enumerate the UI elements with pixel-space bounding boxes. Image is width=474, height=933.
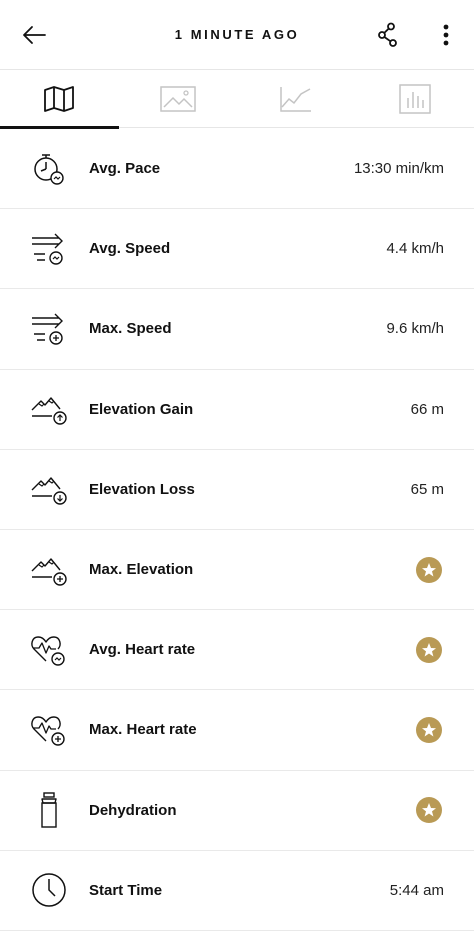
stat-label: Avg. Heart rate xyxy=(89,641,196,659)
premium-badge[interactable] xyxy=(416,797,442,824)
clock-icon xyxy=(26,870,72,910)
arrow-left-icon xyxy=(23,26,46,44)
elevation-max-icon xyxy=(26,550,72,590)
stat-value: 65 m xyxy=(410,480,444,498)
star-icon xyxy=(422,562,436,577)
stat-value: 9.6 km/h xyxy=(386,320,444,338)
heart-rate-max-icon xyxy=(26,710,72,750)
stat-row-max-elevation: Max. Elevation xyxy=(0,530,474,611)
more-options-button[interactable] xyxy=(426,15,466,55)
premium-badge[interactable] xyxy=(416,716,442,743)
speed-avg-icon xyxy=(26,229,72,269)
tab-photos[interactable] xyxy=(119,70,238,128)
stat-label: Dehydration xyxy=(89,801,177,819)
stat-row-avg-heart-rate: Avg. Heart rate xyxy=(0,610,474,691)
stat-row-dehydration: Dehydration xyxy=(0,771,474,851)
stat-value: 66 m xyxy=(410,400,444,418)
image-icon xyxy=(160,86,196,112)
stat-label: Elevation Loss xyxy=(89,480,195,498)
stat-row-avg-pace: Avg. Pace 13:30 min/km xyxy=(0,129,474,210)
elevation-gain-icon xyxy=(26,389,72,429)
stat-row-elevation-loss: Elevation Loss 65 m xyxy=(0,450,474,530)
top-bar: 1 MINUTE AGO xyxy=(0,0,474,70)
tab-map[interactable] xyxy=(0,70,119,129)
stat-value: 4.4 km/h xyxy=(386,240,444,258)
premium-badge[interactable] xyxy=(416,556,442,583)
elevation-loss-icon xyxy=(26,469,72,509)
more-vertical-icon xyxy=(443,24,449,46)
tab-bar xyxy=(0,70,474,129)
stat-row-max-speed: Max. Speed 9.6 km/h xyxy=(0,289,474,370)
star-icon xyxy=(422,803,436,817)
stat-row-avg-speed: Avg. Speed 4.4 km/h xyxy=(0,209,474,290)
page-title: 1 MINUTE AGO xyxy=(174,27,300,42)
line-chart-icon xyxy=(280,87,312,112)
star-icon xyxy=(422,642,436,657)
stat-label: Elevation Gain xyxy=(89,400,194,418)
bar-chart-icon xyxy=(399,84,431,114)
stopwatch-icon xyxy=(26,149,72,189)
stat-label: Start Time xyxy=(89,881,163,899)
share-icon xyxy=(378,22,397,47)
stat-row-elevation-gain: Elevation Gain 66 m xyxy=(0,370,474,450)
stat-label: Max. Elevation xyxy=(89,561,194,579)
stats-list: Avg. Pace 13:30 min/km Avg. Speed 4.4 km… xyxy=(0,129,474,931)
tab-graph[interactable] xyxy=(237,70,356,128)
heart-rate-avg-icon xyxy=(26,630,72,670)
stat-label: Avg. Speed xyxy=(89,240,171,258)
share-button[interactable] xyxy=(368,15,408,55)
stat-value: 13:30 min/km xyxy=(353,160,444,178)
star-icon xyxy=(422,722,436,737)
bottle-icon xyxy=(26,790,72,830)
stat-label: Max. Heart rate xyxy=(89,721,197,739)
back-button[interactable] xyxy=(14,15,54,55)
stat-label: Avg. Pace xyxy=(89,160,161,178)
stat-row-start-time: Start Time 5:44 am xyxy=(0,851,474,931)
speed-max-icon xyxy=(26,309,72,349)
tab-stats[interactable] xyxy=(356,70,474,128)
premium-badge[interactable] xyxy=(416,636,442,663)
stat-value: 5:44 am xyxy=(389,881,444,899)
stat-row-max-heart-rate: Max. Heart rate xyxy=(0,690,474,771)
stat-label: Max. Speed xyxy=(89,320,172,338)
map-icon xyxy=(44,86,75,112)
